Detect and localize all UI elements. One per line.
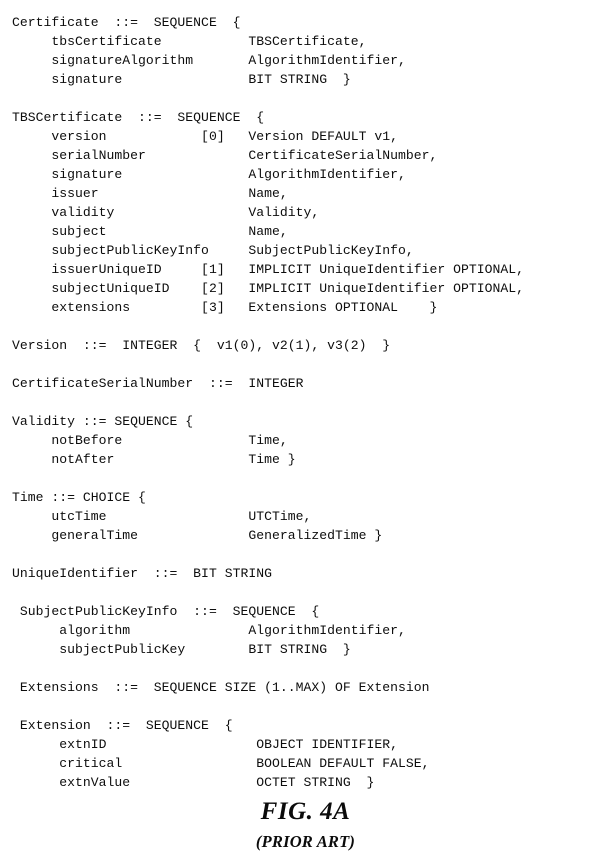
code-line: issuerUniqueID [1] IMPLICIT UniqueIdenti… [12, 262, 525, 278]
code-line: Extension ::= SEQUENCE { [12, 718, 233, 734]
code-line: Version ::= INTEGER { v1(0), v2(1), v3(2… [12, 338, 391, 354]
code-line: Extensions ::= SEQUENCE SIZE (1..MAX) OF… [12, 680, 430, 696]
code-line: critical BOOLEAN DEFAULT FALSE, [12, 756, 430, 772]
code-line: serialNumber CertificateSerialNumber, [12, 148, 438, 164]
code-line: utcTime UTCTime, [12, 509, 312, 525]
code-line: subjectPublicKey BIT STRING } [12, 642, 351, 658]
code-line: CertificateSerialNumber ::= INTEGER [12, 376, 304, 392]
code-line: subject Name, [12, 224, 288, 240]
code-line: extnValue OCTET STRING } [12, 775, 375, 791]
code-line: UniqueIdentifier ::= BIT STRING [12, 566, 272, 582]
code-line: tbsCertificate TBSCertificate, [12, 34, 367, 50]
code-line: extnID OBJECT IDENTIFIER, [12, 737, 398, 753]
code-line: signature AlgorithmIdentifier, [12, 167, 406, 183]
code-line: SubjectPublicKeyInfo ::= SEQUENCE { [12, 604, 320, 620]
code-line: extensions [3] Extensions OPTIONAL } [12, 300, 438, 316]
code-line: algorithm AlgorithmIdentifier, [12, 623, 406, 639]
figure-caption: FIG. 4A (PRIOR ART) [0, 798, 611, 852]
code-line: Certificate ::= SEQUENCE { [12, 15, 241, 31]
code-line: signature BIT STRING } [12, 72, 351, 88]
code-line: subjectUniqueID [2] IMPLICIT UniqueIdent… [12, 281, 525, 297]
code-line: Validity ::= SEQUENCE { [12, 414, 194, 430]
figure-number-label: FIG. 4A [260, 798, 351, 825]
code-line: notAfter Time } [12, 452, 296, 468]
prior-art-label: (PRIOR ART) [255, 832, 356, 851]
code-line: signatureAlgorithm AlgorithmIdentifier, [12, 53, 406, 69]
code-line: version [0] Version DEFAULT v1, [12, 129, 398, 145]
code-line: issuer Name, [12, 186, 288, 202]
code-line: generalTime GeneralizedTime } [12, 528, 383, 544]
patent-figure-page: Certificate ::= SEQUENCE { tbsCertificat… [0, 0, 611, 868]
code-line: subjectPublicKeyInfo SubjectPublicKeyInf… [12, 243, 414, 259]
code-line: TBSCertificate ::= SEQUENCE { [12, 110, 265, 126]
asn1-code-listing: Certificate ::= SEQUENCE { tbsCertificat… [12, 13, 611, 792]
code-line: validity Validity, [12, 205, 320, 221]
code-line: Time ::= CHOICE { [12, 490, 146, 506]
code-line: notBefore Time, [12, 433, 288, 449]
